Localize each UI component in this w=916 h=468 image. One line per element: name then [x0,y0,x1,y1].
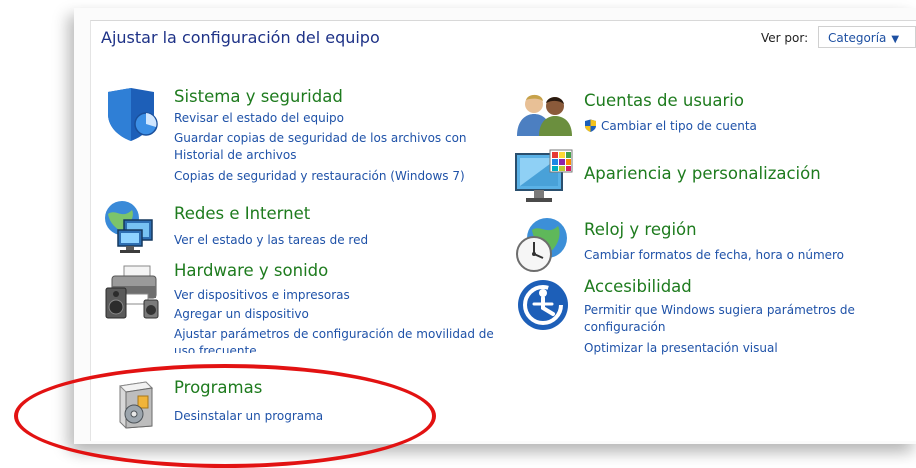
printer-speaker-icon[interactable] [104,264,162,322]
view-by-dropdown[interactable]: Categoría ▼ [818,26,916,48]
shield-icon[interactable] [104,86,158,142]
program-box-icon[interactable] [116,380,156,430]
category-title-accessibility[interactable]: Accesibilidad [584,277,692,296]
link-change-account-type[interactable]: Cambiar el tipo de cuenta [584,118,757,134]
network-globe-icon[interactable] [102,198,160,256]
link-review-status[interactable]: Revisar el estado del equipo [174,110,344,126]
link-optimize-display[interactable]: Optimizar la presentación visual [584,340,778,356]
chevron-down-icon: ▼ [891,34,900,45]
link-change-account-type-label: Cambiar el tipo de cuenta [601,119,757,133]
link-windows-suggest[interactable]: Permitir que Windows sugiera parámetros … [584,302,855,318]
users-icon[interactable] [514,92,574,138]
link-change-formats[interactable]: Cambiar formatos de fecha, hora o número [584,247,844,263]
link-configuration[interactable]: configuración [584,319,666,335]
category-title-clock[interactable]: Reloj y región [584,220,697,239]
link-backup-restore[interactable]: Copias de seguridad y restauración (Wind… [174,168,465,184]
category-title-users[interactable]: Cuentas de usuario [584,91,744,110]
category-title-network[interactable]: Redes e Internet [174,204,310,223]
link-devices-printers[interactable]: Ver dispositivos e impresoras [174,287,350,303]
monitor-icon[interactable] [514,148,574,206]
view-by-value: Categoría [828,31,887,45]
category-title-system[interactable]: Sistema y seguridad [174,87,343,106]
link-network-status[interactable]: Ver el estado y las tareas de red [174,232,368,248]
link-add-device[interactable]: Agregar un dispositivo [174,306,309,322]
category-title-hardware[interactable]: Hardware y sonido [174,261,328,280]
category-title-appearance[interactable]: Apariencia y personalización [584,164,821,183]
accessibility-icon[interactable] [516,278,570,332]
view-by-label: Ver por: [761,31,809,45]
uac-shield-icon [585,119,596,132]
clock-globe-icon[interactable] [514,216,572,274]
link-uninstall-program[interactable]: Desinstalar un programa [174,408,323,424]
link-file-history[interactable]: Historial de archivos [174,147,297,163]
link-mobility-settings-cont[interactable]: uso frecuente [174,343,257,353]
category-title-programs[interactable]: Programas [174,378,262,397]
link-mobility-settings[interactable]: Ajustar parámetros de configuración de m… [174,326,494,342]
link-backup-copies[interactable]: Guardar copias de seguridad de los archi… [174,130,467,146]
page-title: Ajustar la configuración del equipo [101,28,380,47]
